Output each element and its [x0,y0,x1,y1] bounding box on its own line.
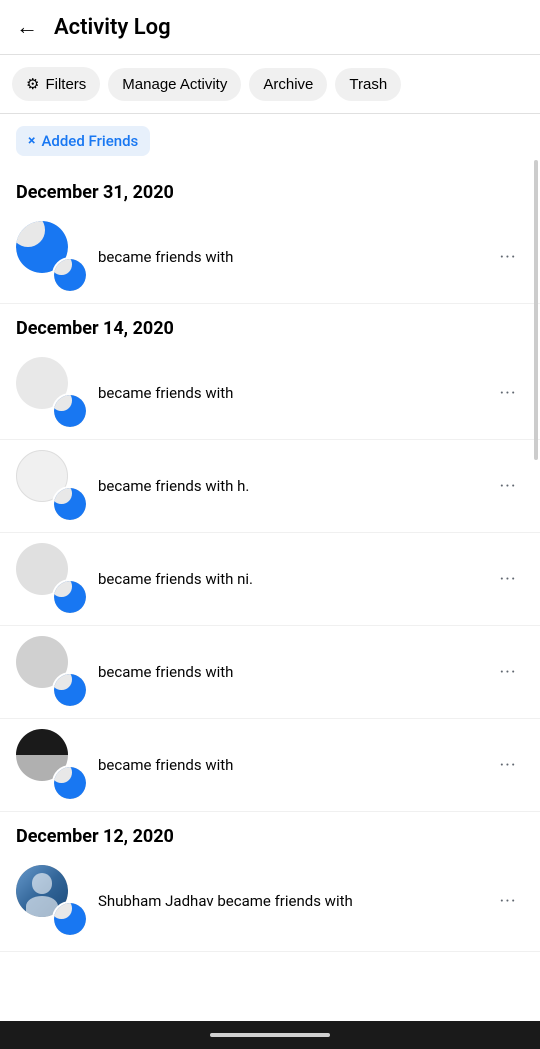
activity-text: became friends with h. [98,476,492,497]
activity-text: became friends with [98,662,492,683]
filter-label: Added Friends [41,132,138,150]
back-button[interactable]: ← [16,14,38,40]
manage-activity-button[interactable]: Manage Activity [108,68,241,101]
manage-label: Manage Activity [122,76,227,93]
activity-item: became friends with h. ··· [0,440,540,533]
activity-text: became friends with [98,247,492,268]
section-date-dec14: December 14, 2020 [0,304,540,347]
avatar-friend [52,393,88,429]
active-filter-tag[interactable]: × Added Friends [16,126,150,156]
header: ← Activity Log [0,0,540,55]
activity-text: became friends with [98,383,492,404]
more-options-button[interactable]: ··· [492,241,524,273]
toolbar: ⚙ Filters Manage Activity Archive Trash [0,55,540,114]
avatar [16,357,88,429]
avatar-friend [52,257,88,293]
avatar-friend [52,765,88,801]
scrollbar[interactable] [534,160,538,460]
activity-text: became friends with ni. [98,569,492,590]
section-date-dec31: December 31, 2020 [0,168,540,211]
avatar [16,221,88,293]
filters-icon: ⚙ [26,75,39,93]
avatar-friend [52,486,88,522]
home-indicator [210,1033,330,1037]
archive-button[interactable]: Archive [249,68,327,101]
filters-button[interactable]: ⚙ Filters [12,67,100,101]
more-options-button[interactable]: ··· [492,885,524,917]
activity-item: became friends with ··· [0,719,540,812]
filters-label: Filters [45,76,86,93]
more-options-button[interactable]: ··· [492,563,524,595]
avatar-friend [52,901,88,937]
activity-item: became friends with ··· [0,347,540,440]
section-date-dec12: December 12, 2020 [0,812,540,855]
avatar [16,636,88,708]
more-options-button[interactable]: ··· [492,470,524,502]
archive-label: Archive [263,76,313,93]
remove-filter-icon[interactable]: × [28,133,35,149]
activity-item: became friends with ··· [0,211,540,304]
activity-text: became friends with [98,755,492,776]
activity-item: became friends with ni. ··· [0,533,540,626]
activity-item: became friends with ··· [0,626,540,719]
avatar [16,865,88,937]
activity-item: Shubham Jadhav became friends with ··· [0,855,540,952]
more-options-button[interactable]: ··· [492,656,524,688]
avatar [16,543,88,615]
activity-text: Shubham Jadhav became friends with [98,891,492,912]
avatar-friend [52,672,88,708]
trash-label: Trash [349,76,387,93]
avatar-friend [52,579,88,615]
bottom-bar [0,1021,540,1049]
more-options-button[interactable]: ··· [492,377,524,409]
avatar [16,729,88,801]
trash-button[interactable]: Trash [335,68,401,101]
more-options-button[interactable]: ··· [492,749,524,781]
avatar [16,450,88,522]
page-title: Activity Log [54,15,171,40]
